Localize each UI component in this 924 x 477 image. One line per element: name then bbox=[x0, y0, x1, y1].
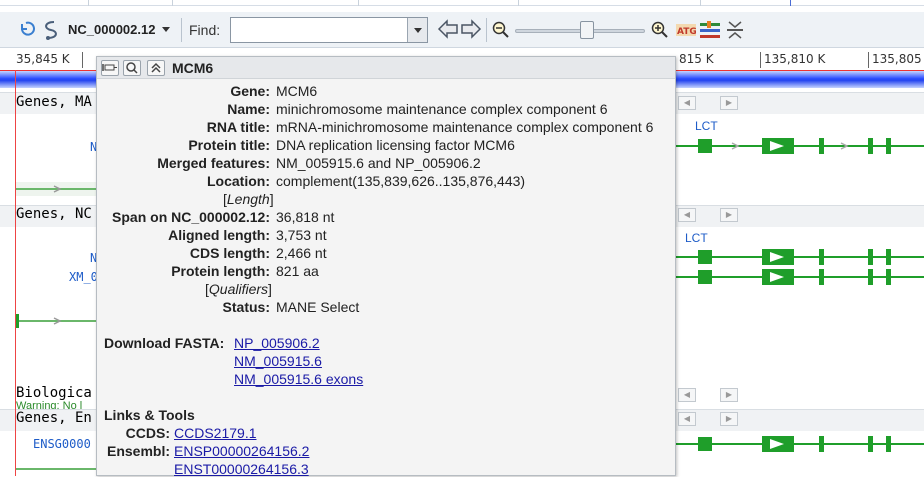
find-input[interactable] bbox=[230, 17, 428, 43]
field-label: Span on NC_000002.12: bbox=[112, 209, 270, 225]
field-value: 821 aa bbox=[276, 263, 319, 279]
track-title-genes-nc: Genes, NC bbox=[16, 206, 92, 222]
field-value: 2,466 nt bbox=[276, 245, 327, 261]
ccds-link[interactable]: CCDS2179.1 bbox=[174, 425, 257, 441]
tracks-config-icon[interactable] bbox=[699, 20, 721, 45]
section-qualifiers[interactable]: [Qualifiers] bbox=[205, 281, 272, 297]
chevron-down-icon[interactable] bbox=[162, 27, 170, 32]
ruler-tick-label: 35,845 K bbox=[16, 52, 70, 66]
transcript-label: ENSG0000 bbox=[33, 437, 91, 451]
section-qualifiers-label: Qualifiers bbox=[208, 281, 269, 297]
sequence-atg-icon[interactable]: ATG bbox=[676, 22, 697, 43]
gene-model-left-3 bbox=[16, 468, 96, 470]
gene-model-ensembl[interactable] bbox=[676, 433, 924, 455]
section-length[interactable]: [Length] bbox=[223, 191, 274, 207]
gene-model-lct-1[interactable] bbox=[676, 135, 924, 157]
popup-title: MCM6 bbox=[172, 60, 214, 76]
ruler-tick-label: 135,810 K bbox=[764, 52, 826, 66]
zoom-to-feature-icon[interactable] bbox=[123, 60, 141, 76]
track-title-genes-ma: Genes, MA bbox=[16, 94, 92, 110]
ruler-tick bbox=[868, 52, 869, 68]
ensembl-link-protein[interactable]: ENSP00000264156.2 bbox=[174, 443, 309, 459]
pan-right-icon[interactable] bbox=[460, 18, 482, 45]
ccds-label: CCDS: bbox=[125, 425, 170, 441]
pin-icon[interactable] bbox=[101, 60, 119, 76]
field-value: NM_005915.6 and NP_005906.2 bbox=[276, 155, 481, 171]
svg-text:ATG: ATG bbox=[677, 27, 696, 37]
back-icon[interactable] bbox=[18, 20, 36, 43]
track-prev-button[interactable]: ◀ bbox=[678, 388, 696, 402]
track-next-button[interactable]: ▶ bbox=[720, 96, 738, 110]
field-value: MCM6 bbox=[276, 83, 318, 99]
track-next-button[interactable]: ▶ bbox=[720, 388, 738, 402]
field-label: Gene: bbox=[230, 83, 270, 99]
gene-model-left-2 bbox=[16, 314, 96, 328]
divider bbox=[486, 18, 487, 42]
field-label: Merged features: bbox=[157, 155, 270, 171]
field-label: Protein title: bbox=[188, 137, 270, 153]
links-tools-heading: Links & Tools bbox=[104, 407, 195, 423]
track-next-button[interactable]: ▶ bbox=[720, 208, 738, 222]
download-link-exons[interactable]: NM_005915.6 exons bbox=[234, 371, 363, 387]
track-title-genes-en: Genes, En bbox=[16, 410, 92, 426]
track-prev-button[interactable]: ◀ bbox=[678, 96, 696, 110]
field-value: complement(135,839,626..135,876,443) bbox=[276, 173, 526, 189]
field-value: 3,753 nt bbox=[276, 227, 327, 243]
zoom-out-icon[interactable] bbox=[492, 21, 510, 44]
field-value: DNA replication licensing factor MCM6 bbox=[276, 137, 515, 153]
find-dropdown-button[interactable] bbox=[407, 18, 427, 42]
gene-label: LCT bbox=[695, 119, 718, 133]
collapse-popup-icon[interactable] bbox=[147, 60, 165, 76]
field-label: Location: bbox=[207, 173, 270, 189]
track-prev-button[interactable]: ◀ bbox=[678, 208, 696, 222]
feature-popup: MCM6 Gene: MCM6 Name: minichromosome mai… bbox=[96, 56, 676, 477]
field-value: minichromosome maintenance complex compo… bbox=[276, 101, 608, 117]
download-link-protein[interactable]: NP_005906.2 bbox=[234, 335, 320, 351]
field-label: Protein length: bbox=[171, 263, 270, 279]
ruler-tick-label: 135,805 bbox=[872, 52, 922, 66]
ruler-tick-label: 815 K bbox=[679, 52, 714, 66]
field-label: Name: bbox=[227, 101, 270, 117]
ensembl-label: Ensembl: bbox=[106, 443, 170, 459]
download-label: Download FASTA: bbox=[104, 335, 225, 351]
gene-label: LCT bbox=[685, 231, 708, 245]
toolbar: NC_000002.12 Find: ATG bbox=[0, 12, 924, 48]
status-label: Status: bbox=[222, 299, 270, 315]
position-marker bbox=[15, 70, 16, 476]
pan-left-icon[interactable] bbox=[437, 18, 459, 45]
track-next-button[interactable]: ▶ bbox=[720, 412, 738, 426]
find-label: Find: bbox=[189, 22, 221, 38]
ruler-tick bbox=[82, 52, 83, 68]
zoom-slider-thumb[interactable] bbox=[580, 21, 594, 39]
zoom-in-icon[interactable] bbox=[651, 21, 669, 44]
ruler-tick bbox=[760, 52, 761, 68]
gene-model-lct-2[interactable] bbox=[676, 247, 924, 289]
track-prev-button[interactable]: ◀ bbox=[678, 412, 696, 426]
divider bbox=[181, 18, 182, 42]
field-label: Aligned length: bbox=[168, 227, 270, 243]
field-value: mRNA-minichromosome maintenance complex … bbox=[276, 119, 654, 135]
gene-model-left-1 bbox=[16, 182, 96, 196]
track-title-biological: Biologica bbox=[16, 385, 92, 401]
accession-selector[interactable]: NC_000002.12 bbox=[68, 22, 155, 37]
field-label: RNA title: bbox=[206, 119, 270, 135]
download-link-mrna[interactable]: NM_005915.6 bbox=[234, 353, 322, 369]
collapse-tracks-icon[interactable] bbox=[726, 20, 744, 45]
sequence-icon[interactable] bbox=[42, 20, 60, 45]
popup-header: MCM6 bbox=[97, 57, 675, 79]
ensembl-link-transcript[interactable]: ENST00000264156.3 bbox=[174, 461, 309, 477]
field-label: CDS length: bbox=[189, 245, 270, 261]
field-value: 36,818 nt bbox=[276, 209, 335, 225]
top-strip bbox=[0, 0, 924, 6]
status-value: MANE Select bbox=[276, 299, 360, 315]
transcript-label: XM_0 bbox=[69, 270, 98, 284]
section-length-label: Length bbox=[226, 191, 270, 207]
